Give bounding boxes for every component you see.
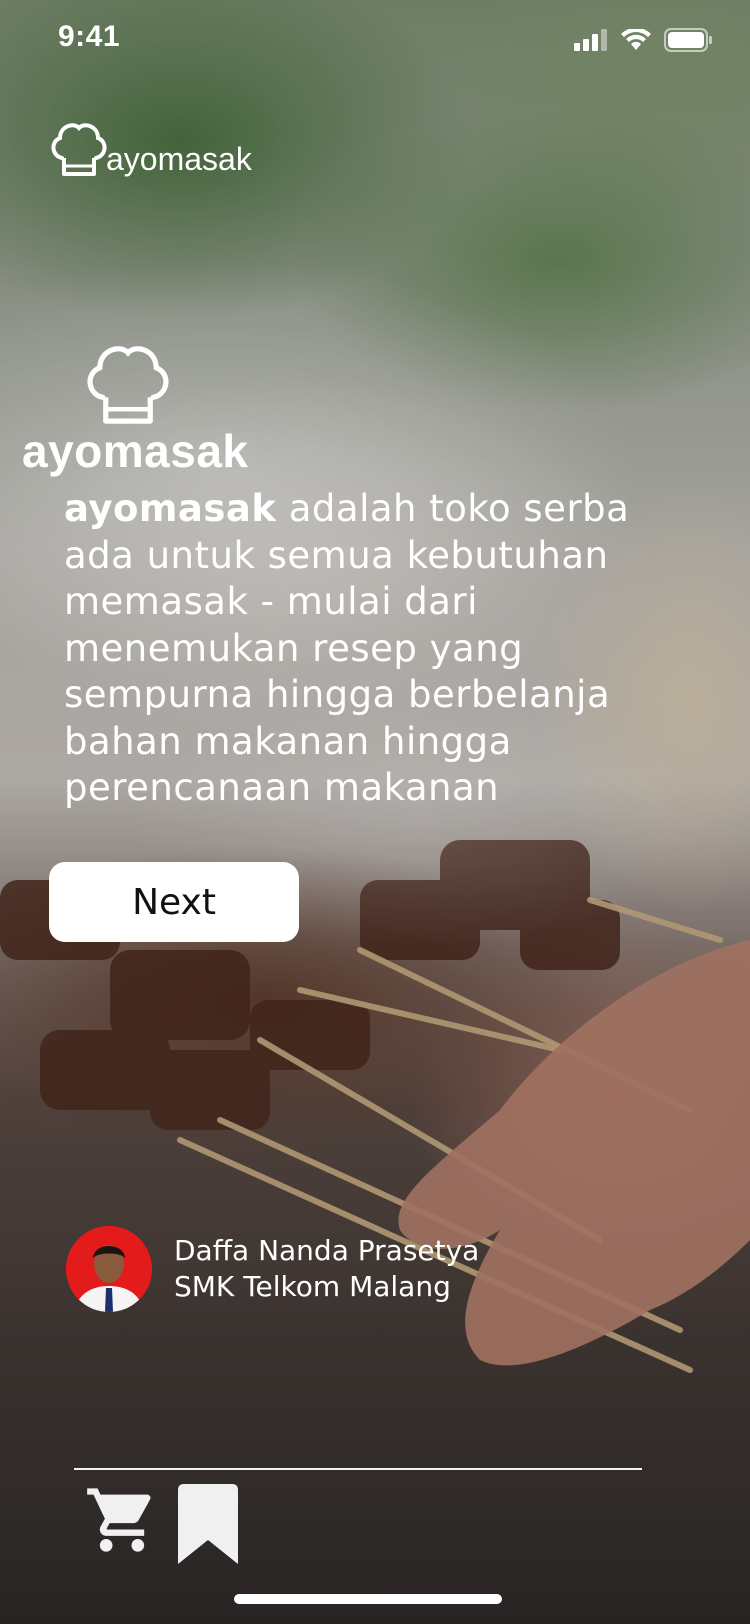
- dim-overlay: [0, 0, 750, 1624]
- avatar-photo: [66, 1226, 152, 1312]
- header-logo-text: ayomasak: [106, 141, 252, 177]
- wifi-icon: [621, 29, 651, 50]
- avatar: [66, 1226, 152, 1312]
- cart-icon[interactable]: [84, 1482, 160, 1558]
- description-text: adalah toko serba ada untuk semua kebutu…: [64, 487, 630, 809]
- hero-logo-text: ayomasak: [22, 425, 249, 477]
- status-time: 9:41: [58, 20, 121, 53]
- chef-hat-icon: [87, 346, 169, 424]
- battery-icon: [664, 28, 712, 52]
- bookmark-icon[interactable]: [178, 1484, 238, 1564]
- author-name: Daffa Nanda Prasetya: [174, 1234, 480, 1267]
- home-indicator: [234, 1594, 502, 1604]
- cellular-signal-icon: [574, 29, 607, 51]
- description-brand: ayomasak: [64, 487, 277, 530]
- hero-logo: ayomasak: [22, 338, 262, 478]
- app-description: ayomasak adalah toko serba ada untuk sem…: [64, 486, 684, 812]
- status-icons: [574, 28, 712, 52]
- status-bar: 9:41: [0, 0, 750, 88]
- next-button[interactable]: Next: [49, 862, 299, 942]
- author-info: Daffa Nanda Prasetya SMK Telkom Malang: [66, 1226, 479, 1312]
- bottom-divider: [74, 1468, 642, 1470]
- header-logo: ayomasak: [48, 118, 252, 180]
- onboarding-screen: 9:41 ayomasak ayomasak ayomasak adalah t…: [0, 0, 750, 1624]
- chef-hat-icon: [51, 123, 107, 176]
- author-school: SMK Telkom Malang: [174, 1270, 451, 1303]
- author-text: Daffa Nanda Prasetya SMK Telkom Malang: [174, 1233, 479, 1305]
